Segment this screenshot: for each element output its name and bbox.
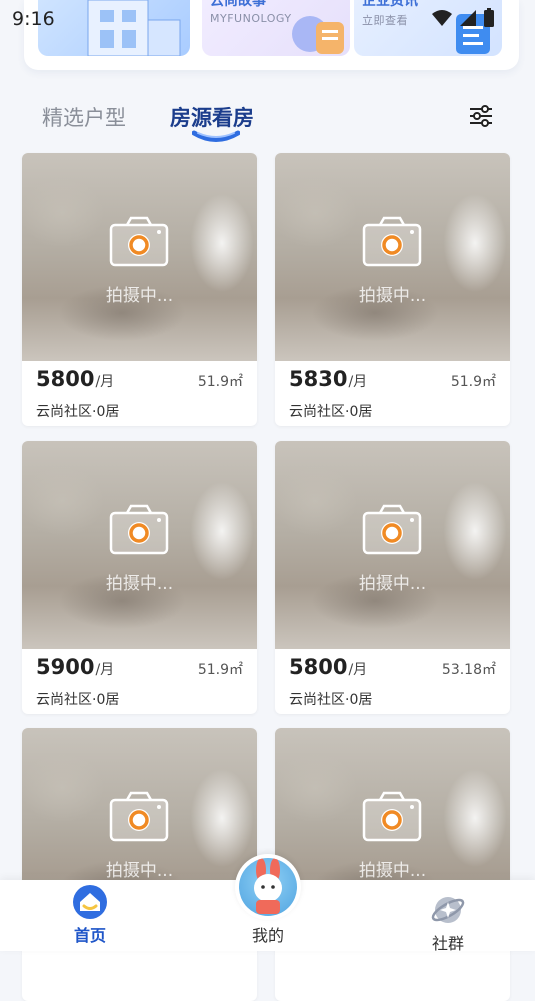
tab-listings[interactable]: 房源看房 — [170, 102, 254, 132]
nav-community-label: 社群 — [431, 934, 464, 953]
planet-icon — [431, 897, 465, 923]
status-icons — [431, 8, 495, 28]
price-unit: /月 — [95, 374, 115, 390]
status-time: 9:16 — [12, 8, 55, 30]
tab-active-indicator — [192, 130, 240, 142]
camera-icon — [109, 504, 169, 555]
photo-status: 拍摄中... — [105, 286, 174, 306]
wifi-icon — [432, 10, 452, 26]
area: 51.9㎡ — [197, 374, 243, 390]
price: 5800 — [36, 367, 95, 391]
price: 5800 — [289, 655, 348, 679]
community-name: 云尚社区·0居 — [36, 404, 120, 420]
signal-icon — [460, 10, 476, 26]
bottom-nav: 首页 我的 社群 — [0, 854, 535, 954]
camera-icon — [362, 216, 422, 267]
price-unit: /月 — [348, 662, 368, 678]
camera-icon — [109, 791, 169, 842]
nav-home-label: 首页 — [73, 926, 106, 945]
photo-status: 拍摄中... — [358, 286, 427, 306]
rabbit-avatar-icon — [254, 858, 282, 914]
nav-community[interactable]: 社群 — [418, 892, 478, 954]
nav-home[interactable]: 首页 — [60, 884, 120, 946]
photo-status: 拍摄中... — [105, 574, 174, 594]
listing-card[interactable]: 拍摄中... 5800 /月 51.9㎡ 云尚社区·0居 — [22, 153, 257, 426]
area: 53.18㎡ — [441, 662, 496, 678]
price-unit: /月 — [95, 662, 115, 678]
camera-icon — [109, 216, 169, 267]
price-unit: /月 — [348, 374, 368, 390]
listing-card[interactable]: 拍摄中... 5900 /月 51.9㎡ 云尚社区·0居 — [22, 441, 257, 714]
price-row: 5900 /月 — [36, 655, 114, 679]
tab-featured-layouts[interactable]: 精选户型 — [42, 102, 126, 132]
area: 51.9㎡ — [450, 374, 496, 390]
price: 5830 — [289, 367, 348, 391]
community-name: 云尚社区·0居 — [36, 692, 120, 708]
nav-me[interactable]: 我的 — [228, 854, 308, 946]
avatar-ring — [235, 854, 301, 920]
listing-card[interactable]: 拍摄中... — [22, 728, 257, 1001]
listing-card[interactable]: 拍摄中... 5800 /月 53.18㎡ 云尚社区·0居 — [275, 441, 510, 714]
camera-icon — [362, 791, 422, 842]
listing-card[interactable]: 拍摄中... — [275, 728, 510, 1001]
listing-card[interactable]: 拍摄中... 5830 /月 51.9㎡ 云尚社区·0居 — [275, 153, 510, 426]
area: 51.9㎡ — [197, 662, 243, 678]
photo-status: 拍摄中... — [358, 574, 427, 594]
price-row: 5830 /月 — [289, 367, 367, 391]
price-row: 5800 /月 — [289, 655, 367, 679]
filter-sliders-icon[interactable] — [468, 104, 494, 128]
community-name: 云尚社区·0居 — [289, 692, 373, 708]
photo-status: 拍摄中... — [105, 861, 174, 881]
price: 5900 — [36, 655, 95, 679]
home-icon — [73, 885, 107, 919]
photo-status: 拍摄中... — [358, 861, 427, 881]
battery-icon — [484, 8, 494, 27]
tab-bar: 精选户型 房源看房 — [22, 86, 512, 152]
rabbit-avatar — [239, 858, 297, 916]
community-name: 云尚社区·0居 — [289, 404, 373, 420]
camera-icon — [362, 504, 422, 555]
status-bar: 9:16 — [0, 0, 535, 38]
price-row: 5800 /月 — [36, 367, 114, 391]
nav-me-label: 我的 — [251, 926, 284, 945]
